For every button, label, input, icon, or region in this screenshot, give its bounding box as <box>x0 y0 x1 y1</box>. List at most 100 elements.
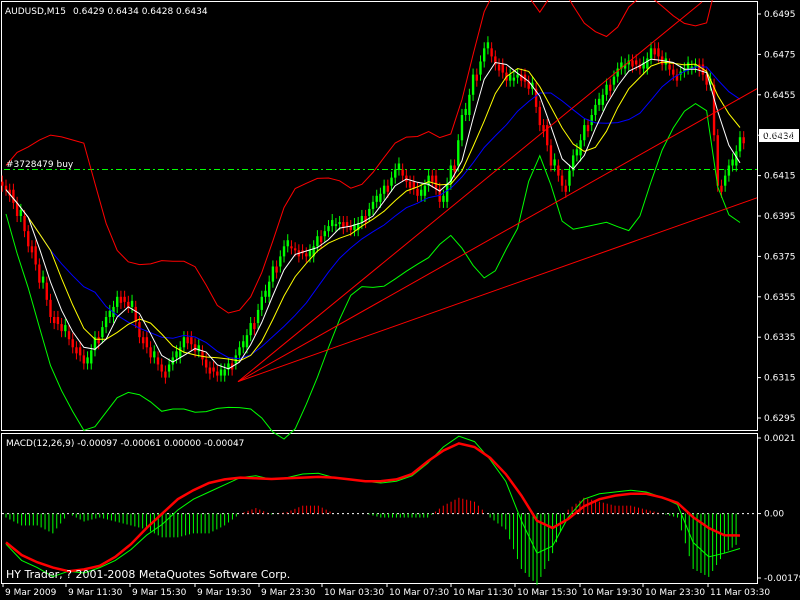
candle-body <box>97 337 100 344</box>
candle-body <box>15 202 19 216</box>
candle-body <box>575 149 579 156</box>
price-tick-label: 0.6355 <box>764 293 796 303</box>
candle-body <box>167 364 171 372</box>
candle-body <box>38 264 41 283</box>
price-tick-label: 0.6415 <box>764 172 796 182</box>
candle-body <box>52 317 56 324</box>
candle-body <box>182 337 186 348</box>
candle-body <box>468 94 471 115</box>
time-tick-label: 10 Mar 03:30 <box>324 588 384 598</box>
candle-body <box>386 185 390 192</box>
candle-body <box>245 335 249 348</box>
candle-body <box>242 341 245 348</box>
trend-line[interactable] <box>237 88 758 383</box>
candle-body <box>164 371 167 378</box>
price-panel <box>1 0 758 440</box>
candle-body <box>471 74 475 95</box>
candle-body <box>49 299 52 317</box>
candle-body <box>212 367 215 372</box>
candle-body <box>549 145 553 166</box>
price-tick-label: 0.6295 <box>764 414 796 424</box>
time-axis: 9 Mar 2009 9 Mar 11:30 9 Mar 15:30 9 Mar 19… <box>2 583 770 598</box>
candle-body <box>160 364 163 372</box>
trading-chart[interactable]: AUDUSD,M15 0.6429 0.6434 0.6428 0.6434 #… <box>0 0 800 600</box>
candle-body <box>394 169 397 178</box>
candle-body <box>293 248 297 251</box>
candle-body <box>223 369 226 376</box>
candle-body <box>101 327 104 338</box>
candle-body <box>723 175 727 186</box>
candle-body <box>190 337 193 345</box>
candle-body <box>368 208 371 216</box>
candle-body <box>264 290 267 297</box>
candle-body <box>605 84 608 95</box>
time-tick-label: 9 Mar 19:30 <box>197 588 252 598</box>
candle-body <box>668 64 671 70</box>
candle-body <box>30 246 34 253</box>
price-tick-label: 0.6335 <box>764 333 796 343</box>
candle-body <box>408 181 412 188</box>
candle-body <box>41 276 45 283</box>
time-tick-label: 10 Mar 07:30 <box>389 588 449 598</box>
candle-body <box>431 175 434 182</box>
candle-body <box>609 84 612 91</box>
candle-body <box>186 337 189 344</box>
candle-body <box>253 323 256 330</box>
candle-body <box>219 369 223 376</box>
candle-body <box>731 159 734 166</box>
time-tick-label: 11 Mar 03:30 <box>710 588 770 598</box>
price-tick-label: 0.6455 <box>764 91 796 101</box>
price-tick-label: 0.6475 <box>764 50 796 60</box>
candle-body <box>82 355 86 364</box>
macd-header: MACD(12,26,9) -0.00097 -0.00061 0.00000 … <box>6 439 244 449</box>
candle-body <box>631 60 634 67</box>
candle-body <box>86 357 89 364</box>
candle-body <box>216 371 219 376</box>
ohlc-header: 0.6429 0.6434 0.6428 0.6434 <box>73 7 208 17</box>
candle-body <box>175 351 178 358</box>
symbol-header: AUDUSD,M15 <box>5 7 66 17</box>
price-axis: 0.6495 0.6475 0.6455 0.6435 0.6415 0.6395 0.63… <box>757 10 796 424</box>
candle-body <box>501 64 504 73</box>
candle-body <box>371 201 375 209</box>
candle-body <box>71 339 74 348</box>
candle-body <box>260 296 263 310</box>
order-label: #3728479 buy <box>6 160 74 170</box>
candle-body <box>464 108 467 115</box>
candle-body <box>345 222 349 227</box>
candle-body <box>319 236 323 243</box>
candle-body <box>1 181 4 186</box>
macd-tick-label: 0.00 <box>764 510 784 520</box>
macd-axis: 0.0021 0.00 -0.00179 <box>757 434 800 584</box>
candle-body <box>34 246 37 265</box>
candle-body <box>4 185 8 190</box>
candle-body <box>171 357 175 365</box>
candle-body <box>390 177 393 186</box>
candle-body <box>401 169 404 176</box>
trend-line[interactable] <box>237 1 703 383</box>
candle-body <box>331 220 334 227</box>
candle-body <box>204 359 208 368</box>
candle-body <box>282 246 286 257</box>
candle-body <box>23 216 26 232</box>
candle-body <box>149 347 152 358</box>
candle-body <box>279 256 282 267</box>
candle-body <box>442 195 445 202</box>
candle-body <box>586 125 590 132</box>
candle-body <box>479 61 482 75</box>
time-tick-label: 10 Mar 15:30 <box>517 588 577 598</box>
candle-body <box>416 188 419 196</box>
candle-body <box>379 193 382 202</box>
candle-body <box>305 253 308 257</box>
candle-body <box>419 189 423 196</box>
candle-body <box>234 355 238 364</box>
candle-body <box>141 337 145 344</box>
candle-body <box>275 266 278 273</box>
candle-body <box>460 115 464 141</box>
macd-panel <box>2 435 757 585</box>
candle-body <box>201 351 204 360</box>
candle-body <box>156 357 160 365</box>
candle-body <box>249 323 252 336</box>
candle-body <box>646 58 649 69</box>
candle-body <box>672 69 675 75</box>
